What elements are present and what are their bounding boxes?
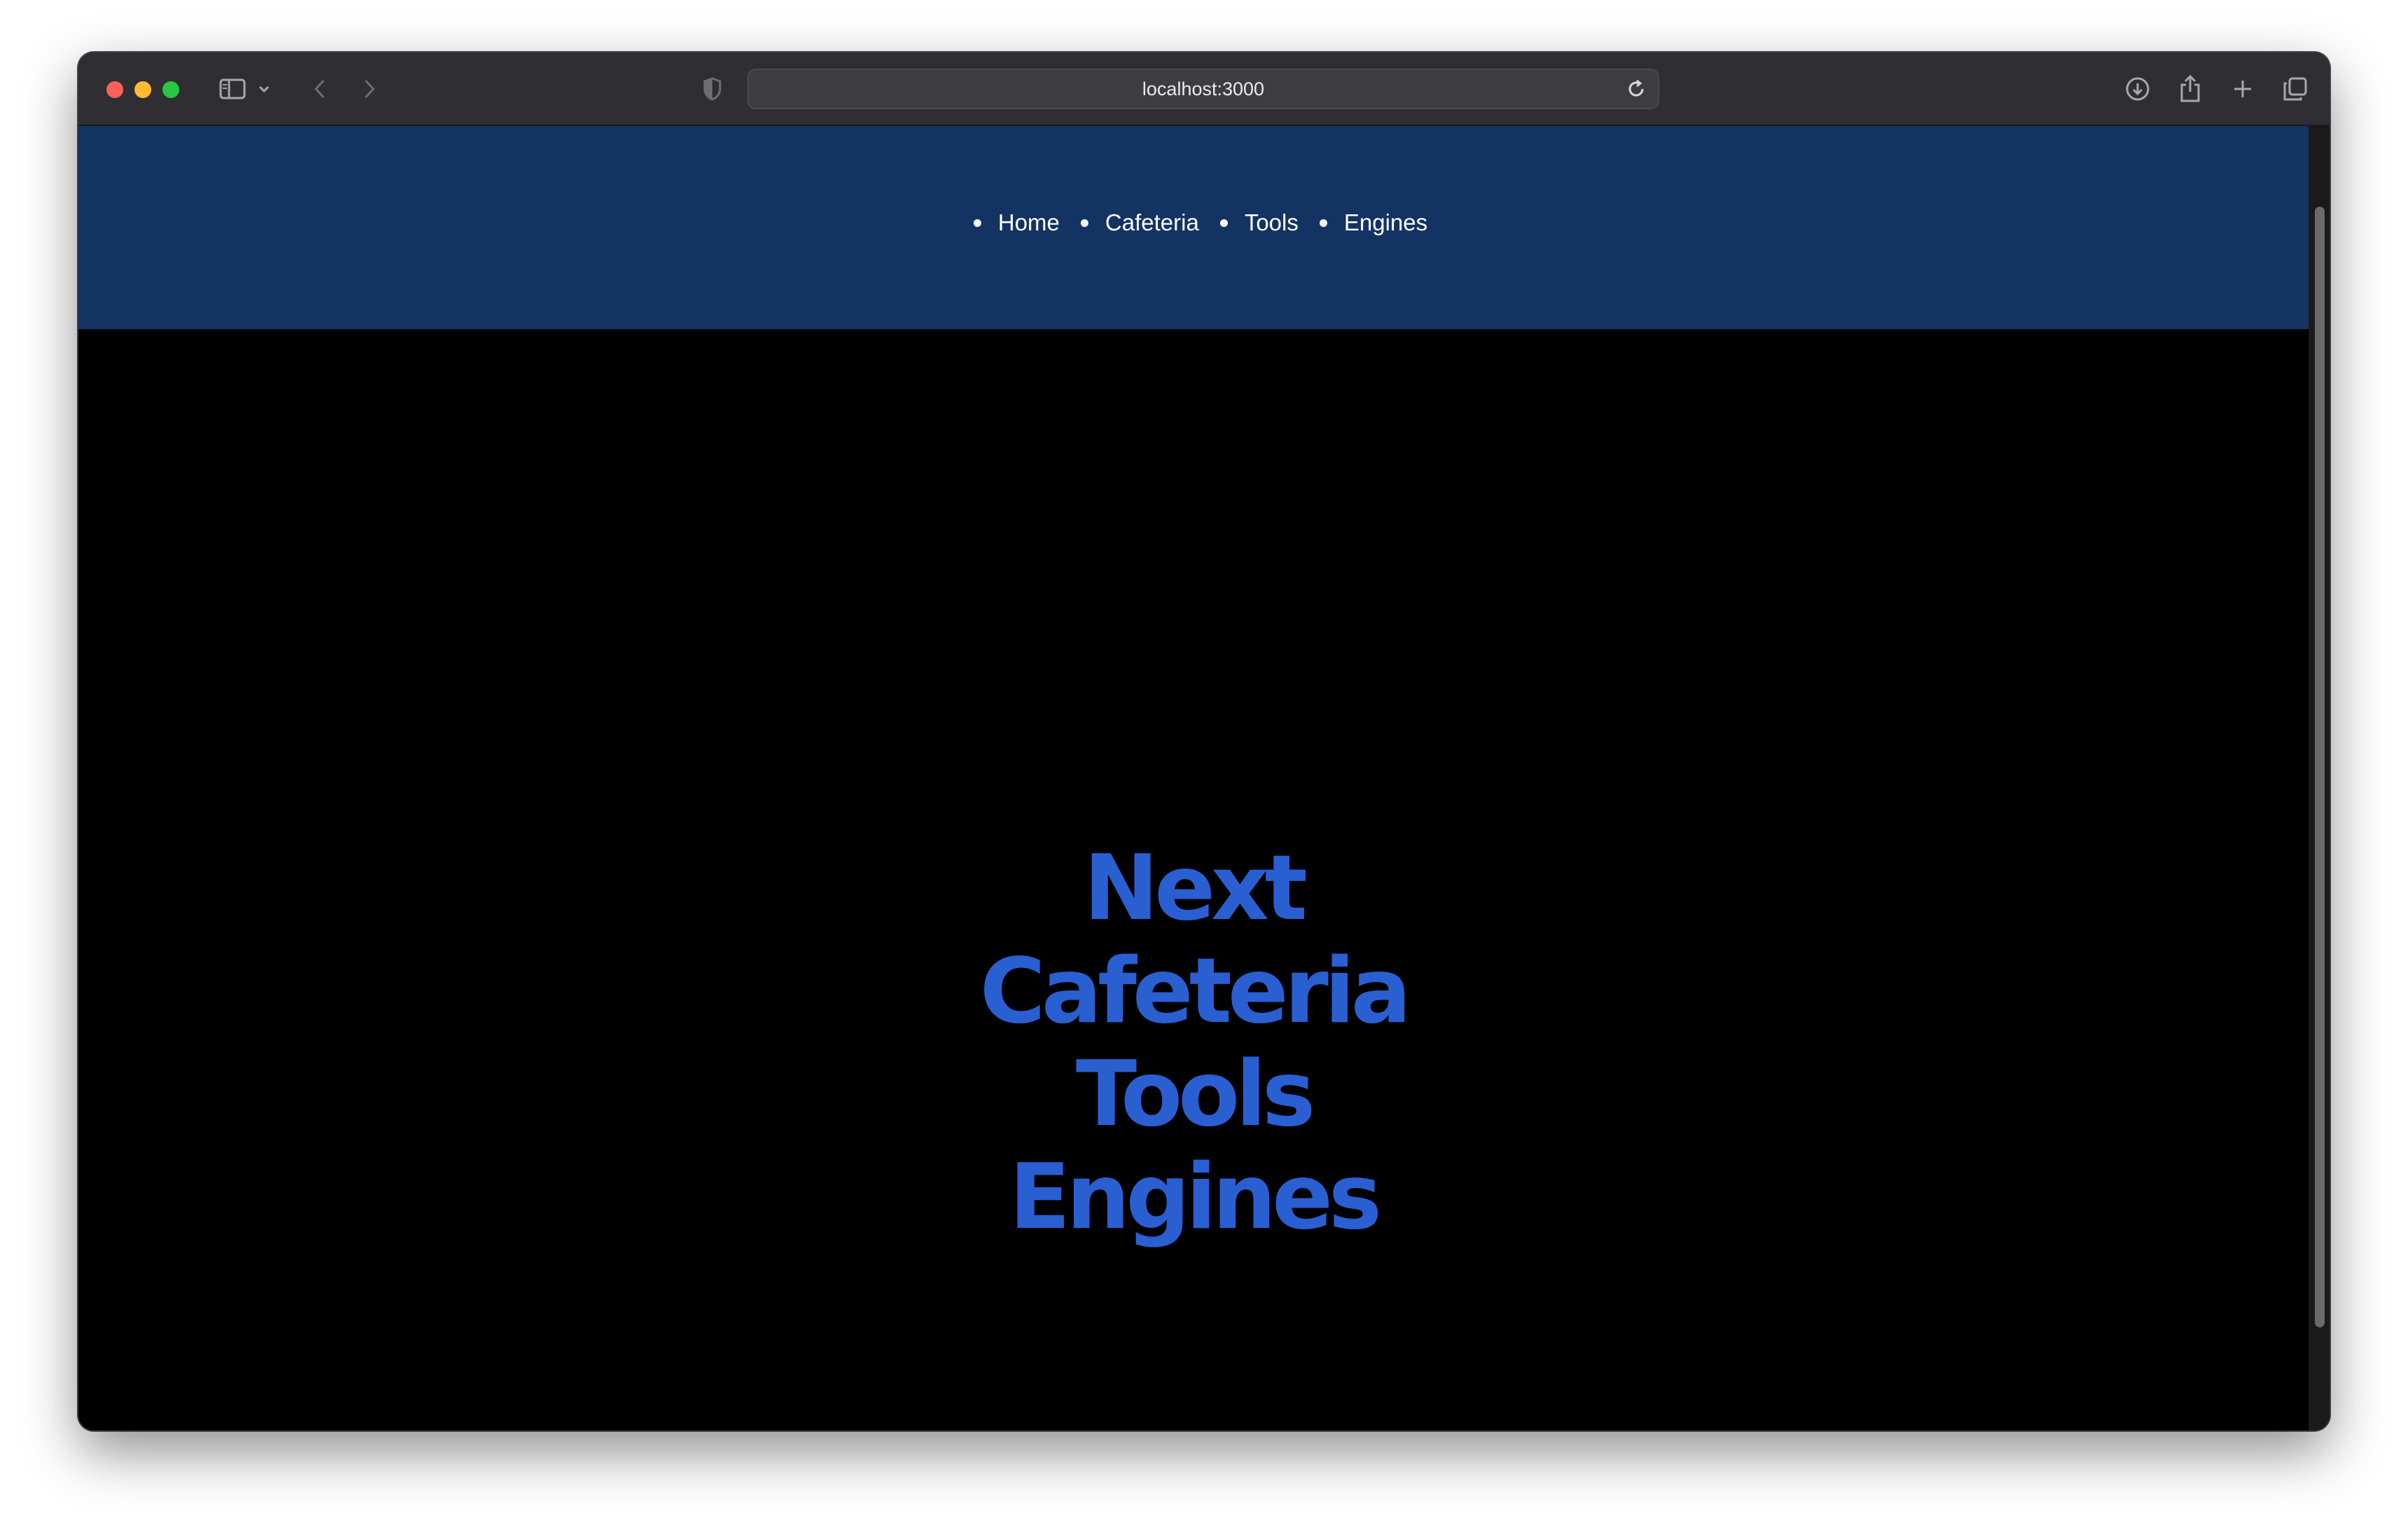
nav-item-cafeteria[interactable]: Cafeteria — [1080, 209, 1199, 237]
nav-link-label[interactable]: Engines — [1344, 209, 1427, 237]
minimize-window-button[interactable] — [134, 81, 151, 98]
hero-line: Next — [78, 837, 2309, 940]
bullet-icon — [1080, 219, 1088, 227]
reload-icon[interactable] — [1624, 77, 1648, 101]
url-text: localhost:3000 — [1142, 78, 1265, 99]
bullet-icon — [1219, 219, 1228, 227]
share-icon[interactable] — [2173, 72, 2208, 106]
nav-item-engines[interactable]: Engines — [1319, 209, 1427, 237]
hero-line: Tools — [78, 1043, 2309, 1146]
download-icon[interactable] — [2120, 72, 2155, 106]
hero-line: Engines — [78, 1146, 2309, 1249]
scrollbar-thumb[interactable] — [2315, 207, 2325, 1327]
plus-icon[interactable] — [2225, 72, 2260, 106]
shield-icon[interactable] — [695, 72, 730, 106]
tabs-icon[interactable] — [2278, 72, 2313, 106]
scrollbar[interactable] — [2309, 126, 2330, 1430]
chevron-right-icon[interactable] — [352, 72, 387, 106]
hero-line: Cafeteria — [78, 940, 2309, 1043]
hero-title: Next Cafeteria Tools Engines — [78, 837, 2309, 1249]
nav-item-tools[interactable]: Tools — [1219, 209, 1299, 237]
main-nav: Home Cafeteria Tools Engines — [85, 209, 2316, 237]
chevron-down-icon[interactable] — [254, 72, 275, 106]
page-viewport: Home Cafeteria Tools Engines Next Cafete… — [78, 126, 2309, 1430]
close-window-button[interactable] — [106, 81, 123, 98]
zoom-window-button[interactable] — [162, 81, 179, 98]
sidebar-icon[interactable] — [215, 72, 250, 106]
bullet-icon — [1319, 219, 1327, 227]
chevron-left-icon[interactable] — [303, 72, 338, 106]
nav-link-label[interactable]: Cafeteria — [1105, 209, 1199, 237]
nav-link-label[interactable]: Home — [998, 209, 1060, 237]
bullet-icon — [973, 219, 981, 227]
nav-item-home[interactable]: Home — [973, 209, 1060, 237]
browser-toolbar: localhost:3000 — [78, 53, 2330, 126]
address-bar[interactable]: localhost:3000 — [747, 69, 1659, 109]
site-header: Home Cafeteria Tools Engines — [78, 126, 2309, 329]
browser-window: localhost:3000 Home Cafeteria Tools Engi… — [78, 53, 2330, 1430]
nav-link-label[interactable]: Tools — [1245, 209, 1299, 237]
